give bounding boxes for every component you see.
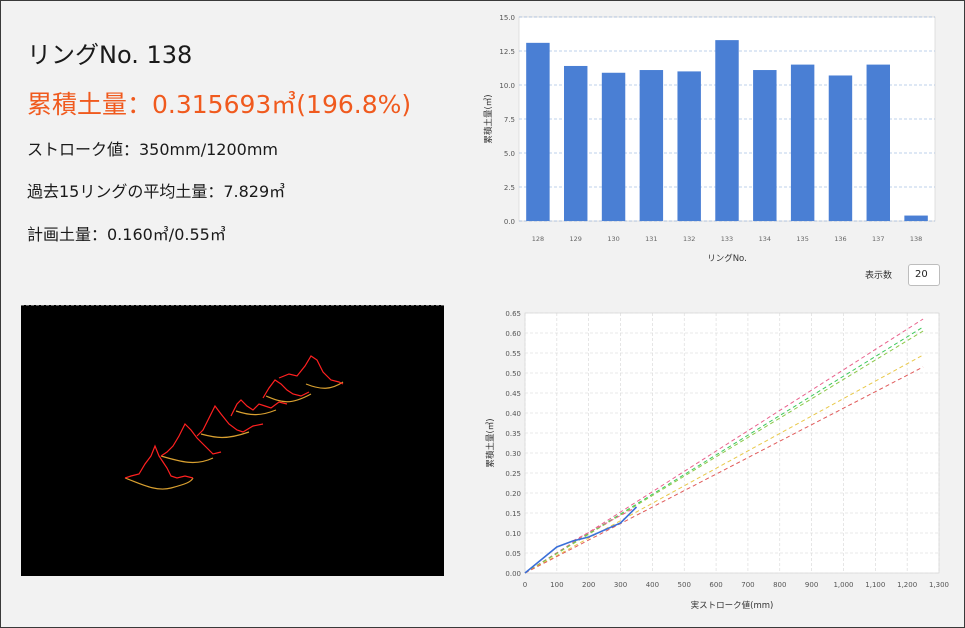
- line-x-tick: 900: [805, 581, 818, 589]
- line-chart-panel: 0.00 0.05 0.10 0.15 0.20 0.25 0.30 0.35 0.40 0.45…: [479, 301, 949, 621]
- bar: [564, 65, 588, 222]
- display-count-label: 表示数: [865, 271, 893, 281]
- bar-y-tick: 2.5: [504, 184, 515, 192]
- stroke-value: ストローク値：350mm/1200mm: [27, 140, 278, 159]
- line-x-tick: 1,000: [833, 581, 853, 589]
- scan-3d-view[interactable]: [21, 305, 444, 576]
- average-volume: 過去15リングの平均土量：7.829㎥: [27, 182, 286, 201]
- line-x-axis-label: 実ストローク値(mm): [691, 600, 774, 611]
- bar-chart-panel: 0.0 2.5 5.0 7.5 10.0 12.5 15.0 128 129 130 131 132…: [479, 11, 949, 291]
- line-x-tick: 1,200: [897, 581, 917, 589]
- bar-y-tick: 0.0: [504, 218, 515, 226]
- bar-x-tick: 137: [872, 235, 884, 243]
- bar: [866, 64, 890, 221]
- line-y-axis-label: 累積土量(㎥): [485, 418, 496, 467]
- line-y-tick: 0.50: [505, 370, 521, 378]
- line-y-tick: 0.10: [505, 530, 521, 538]
- bar: [904, 215, 928, 221]
- bar: [526, 42, 550, 222]
- ring-number-title: リングNo. 138: [27, 41, 193, 69]
- bar-x-tick: 131: [645, 235, 657, 243]
- line-x-tick: 700: [741, 581, 754, 589]
- line-x-tick: 1,300: [929, 581, 949, 589]
- line-y-tick: 0.05: [505, 550, 521, 558]
- line-x-tick: 800: [773, 581, 786, 589]
- bar: [790, 64, 815, 221]
- bar-x-tick: 138: [910, 235, 922, 243]
- bar-x-tick: 128: [532, 235, 544, 243]
- bar-x-tick: 133: [721, 235, 733, 243]
- line-y-tick: 0.55: [505, 350, 521, 358]
- line-x-tick: 1,100: [865, 581, 885, 589]
- line-x-tick: 600: [709, 581, 722, 589]
- bar: [828, 75, 853, 221]
- bar-chart: 0.0 2.5 5.0 7.5 10.0 12.5 15.0 128 129 130 131 132…: [483, 14, 936, 264]
- line-y-tick: 0.40: [505, 410, 521, 418]
- line-x-tick: 200: [582, 581, 595, 589]
- cumulative-volume: 累積土量：0.315693㎥(196.8%): [27, 90, 412, 119]
- line-y-tick: 0.30: [505, 450, 521, 458]
- line-y-tick: 0.65: [505, 310, 521, 318]
- line-y-tick: 0.20: [505, 490, 521, 498]
- line-y-tick: 0.15: [505, 510, 521, 518]
- line-y-tick: 0.35: [505, 430, 521, 438]
- bar-x-tick: 130: [607, 235, 619, 243]
- bar-x-tick: 129: [570, 235, 582, 243]
- line-x-tick: 100: [550, 581, 563, 589]
- line-x-tick: 400: [646, 581, 659, 589]
- planned-volume: 計画土量：0.160㎥/0.55㎥: [27, 225, 226, 244]
- line-x-tick: 500: [678, 581, 691, 589]
- line-plot-area: [524, 312, 940, 574]
- line-x-tick: 300: [614, 581, 627, 589]
- bar-x-tick: 132: [683, 235, 695, 243]
- line-y-tick: 0.45: [505, 390, 521, 398]
- line-y-tick: 0.00: [505, 570, 521, 578]
- bar-y-tick: 7.5: [504, 116, 515, 124]
- bar-x-axis-label: リングNo.: [707, 253, 747, 264]
- bar: [715, 40, 739, 222]
- line-chart: 0.00 0.05 0.10 0.15 0.20 0.25 0.30 0.35 0.40 0.45…: [485, 310, 949, 611]
- bar: [677, 71, 701, 222]
- scan-3d-graphic: [124, 355, 344, 490]
- bar: [753, 70, 777, 221]
- bar-y-tick: 5.0: [504, 150, 515, 158]
- bar: [601, 72, 626, 221]
- bar: [639, 70, 664, 221]
- display-count-input[interactable]: 20: [908, 264, 940, 286]
- bar-y-tick: 12.5: [499, 48, 515, 56]
- bar-y-tick: 15.0: [499, 14, 515, 22]
- bar-y-tick: 10.0: [499, 82, 515, 90]
- bar-y-axis-label: 累積土量(㎥): [483, 94, 494, 143]
- bar-x-tick: 135: [796, 235, 808, 243]
- bar-x-tick: 134: [759, 235, 771, 243]
- line-y-tick: 0.25: [505, 470, 521, 478]
- line-y-tick: 0.60: [505, 330, 521, 338]
- main-window: リングNo. 138 累積土量：0.315693㎥(196.8%) ストローク値…: [0, 0, 965, 628]
- line-x-tick: 0: [523, 581, 527, 589]
- bar-x-tick: 136: [834, 235, 846, 243]
